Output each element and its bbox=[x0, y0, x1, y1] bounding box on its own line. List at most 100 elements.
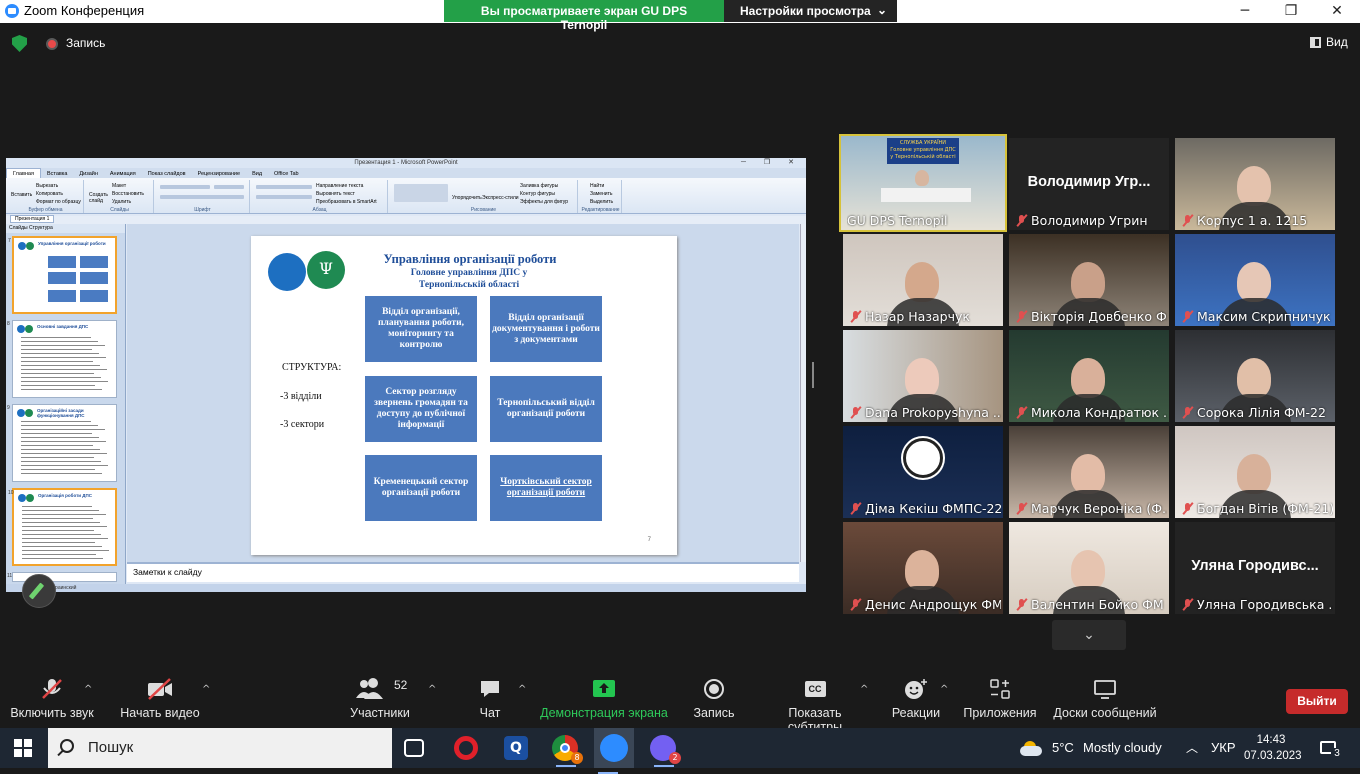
panel-splitter[interactable] bbox=[812, 362, 814, 388]
ppt-ribbon: Вставить Вырезать Копировать Формат по о… bbox=[6, 178, 806, 214]
thumbnail-title: Організація роботи ДПС bbox=[38, 493, 92, 498]
participants-button[interactable]: 52 Участники bbox=[348, 678, 412, 720]
shield-icon[interactable] bbox=[12, 35, 27, 52]
restore-button[interactable]: ❐ bbox=[1268, 0, 1314, 23]
copy-label: Копировать bbox=[36, 191, 63, 197]
record-button[interactable]: Запись bbox=[692, 678, 736, 720]
participant-silhouette bbox=[905, 358, 939, 398]
opera-icon[interactable] bbox=[454, 736, 478, 760]
participant-tile[interactable]: СЛУЖБА УКРАЇНИ Головне управління ДПС у Те… bbox=[839, 134, 1007, 232]
participant-tile[interactable]: Уляна Городивс... Уляна Городивська ... bbox=[1175, 522, 1335, 614]
captions-caret[interactable]: ^ bbox=[860, 684, 868, 695]
close-button[interactable]: ✕ bbox=[1314, 0, 1360, 23]
participant-silhouette bbox=[1071, 454, 1105, 494]
share-screen-button[interactable]: Демонстрация экрана bbox=[540, 678, 668, 720]
participant-tile[interactable]: Марчук Вероніка (Ф... bbox=[1009, 426, 1169, 518]
slide-thumbnail[interactable]: 8 Основні завдання ДПС bbox=[7, 320, 117, 398]
slide-editor[interactable]: Ψ Управління організації роботи Головне … bbox=[127, 224, 799, 562]
participant-tile[interactable]: Денис Андрощук ФМ... bbox=[843, 522, 1003, 614]
zoom-taskbar-icon[interactable] bbox=[594, 728, 634, 774]
start-video-button[interactable]: Начать видео bbox=[120, 678, 200, 720]
participant-tile[interactable]: Богдан Вітів (ФМ-21) bbox=[1175, 426, 1335, 518]
gallery-next-page-button[interactable]: ⌄ bbox=[1052, 620, 1126, 650]
participant-tile[interactable]: Діма Кекіш ФМПС-22 bbox=[843, 426, 1003, 518]
participant-silhouette bbox=[1071, 358, 1105, 398]
shape-outline-label: Контур фигуры bbox=[520, 191, 555, 197]
quik-app-icon[interactable]: Q bbox=[504, 736, 528, 760]
org-box: Відділ організації, планування роботи, м… bbox=[365, 296, 477, 362]
slide-thumbnail[interactable]: 10 Організація роботи ДПС bbox=[8, 488, 117, 566]
view-button[interactable]: Вид bbox=[1310, 35, 1348, 49]
reactions-button[interactable]: Реакции bbox=[890, 678, 942, 720]
mic-muted-icon bbox=[1015, 310, 1028, 323]
clock-time: 14:43 bbox=[1256, 734, 1286, 746]
participant-name: Валентин Бойко ФМ ... bbox=[1031, 597, 1167, 612]
video-options-caret[interactable]: ^ bbox=[202, 684, 210, 695]
task-view-icon[interactable] bbox=[404, 739, 424, 757]
slide-thumbnail[interactable]: 9 Організаційні засади функціонування ДПС bbox=[7, 404, 117, 482]
weather-desc[interactable]: Mostly cloudy bbox=[1083, 728, 1162, 768]
ppt-window-title: Презентация 1 - Microsoft PowerPoint bbox=[354, 160, 458, 166]
slide-thumbnail-pane[interactable]: Слайды Структура 7 Управління організації… bbox=[6, 224, 126, 584]
viber-badge: 2 bbox=[669, 752, 681, 764]
apps-button[interactable]: Приложения bbox=[962, 678, 1038, 720]
viber-icon[interactable]: 2 bbox=[650, 735, 681, 767]
chat-button[interactable]: Чат bbox=[472, 678, 508, 720]
participant-tile[interactable]: Назар Назарчук bbox=[843, 234, 1003, 326]
shared-screen[interactable]: Презентация 1 - Microsoft PowerPoint ─ ❐… bbox=[6, 158, 806, 592]
ribbon-group-font: Шрифт bbox=[156, 180, 250, 213]
participant-tile[interactable]: Вікторія Довбенко Ф... bbox=[1009, 234, 1169, 326]
record-label: Запись bbox=[693, 706, 735, 720]
leave-meeting-button[interactable]: Выйти bbox=[1286, 689, 1348, 714]
ppt-doc-tab[interactable]: Презентация 1 bbox=[10, 215, 55, 223]
taskbar-clock[interactable]: 14:43 07.03.2023 bbox=[1244, 732, 1302, 764]
slide-notes[interactable]: Заметки к слайду bbox=[127, 562, 799, 582]
unmute-button[interactable]: Включить звук bbox=[8, 678, 96, 720]
slides-outline-tabs[interactable]: Слайды Структура bbox=[6, 224, 125, 233]
participant-silhouette bbox=[1237, 454, 1271, 494]
minimize-button[interactable]: ─ bbox=[1222, 0, 1268, 23]
participant-tile[interactable]: Корпус 1 а. 1215 bbox=[1175, 138, 1335, 230]
weather-temp[interactable]: 5°C bbox=[1052, 728, 1074, 768]
chat-caret[interactable]: ^ bbox=[518, 684, 526, 695]
participant-tile[interactable]: Сорока Лілія ФМ-22 bbox=[1175, 330, 1335, 422]
meeting-topbar: Запись Вид bbox=[0, 23, 1360, 63]
select-label: Выделить bbox=[590, 199, 614, 205]
reactions-caret[interactable]: ^ bbox=[940, 684, 948, 695]
participant-tile[interactable]: Микола Кондратюк ... bbox=[1009, 330, 1169, 422]
whiteboards-button[interactable]: Доски сообщений bbox=[1050, 678, 1160, 720]
captions-button[interactable]: CC Показать субтитры bbox=[760, 678, 870, 734]
participants-caret[interactable]: ^ bbox=[428, 684, 436, 695]
mic-muted-icon bbox=[1015, 598, 1028, 611]
ribbon-group-label: Шрифт bbox=[194, 207, 211, 213]
view-options-button[interactable]: Настройки просмотра ⌄ bbox=[724, 0, 897, 22]
participant-name-label: Сорока Лілія ФМ-22 bbox=[1181, 405, 1333, 420]
participant-name: Богдан Вітів (ФМ-21) bbox=[1197, 501, 1333, 516]
audio-options-caret[interactable]: ^ bbox=[84, 684, 92, 695]
recording-indicator[interactable]: Запись bbox=[66, 36, 105, 50]
thumbnail-number: 9 bbox=[7, 405, 10, 411]
chrome-icon[interactable]: 8 bbox=[552, 735, 583, 767]
participant-name-label: Денис Андрощук ФМ... bbox=[849, 597, 1001, 612]
participant-tile[interactable]: Валентин Бойко ФМ ... bbox=[1009, 522, 1169, 614]
window-title: Zoom Конференция bbox=[24, 3, 145, 18]
notifications-icon[interactable]: 3 bbox=[1318, 728, 1344, 768]
participant-tile[interactable]: Володимир Угр... Володимир Угрин bbox=[1009, 138, 1169, 230]
participant-tile[interactable]: Dana Prokopyshyna ... bbox=[843, 330, 1003, 422]
taskbar-search[interactable]: Пошук bbox=[48, 728, 392, 768]
windows-start-icon[interactable] bbox=[14, 739, 32, 757]
participant-tile[interactable]: Максим Скрипничук ... bbox=[1175, 234, 1335, 326]
banner-sign: СЛУЖБА УКРАЇНИ Головне управління ДПС у Те… bbox=[887, 138, 959, 164]
slide-page-number: 7 bbox=[647, 537, 651, 543]
weather-icon[interactable] bbox=[1020, 728, 1046, 768]
participant-name: Dana Prokopyshyna ... bbox=[865, 405, 1001, 420]
slide-thumbnail[interactable]: 7 Управління організації роботи bbox=[8, 236, 117, 314]
zoom-logo-icon bbox=[5, 4, 19, 18]
mic-muted-icon bbox=[8, 678, 96, 700]
current-slide[interactable]: Ψ Управління організації роботи Головне … bbox=[251, 236, 677, 555]
tray-overflow-icon[interactable]: ︿ bbox=[1186, 728, 1198, 768]
share-screen-label: Демонстрация экрана bbox=[540, 706, 668, 720]
annotate-button[interactable] bbox=[22, 574, 56, 608]
ppt-vertical-scrollbar[interactable] bbox=[800, 224, 806, 562]
language-indicator[interactable]: УКР bbox=[1211, 728, 1236, 768]
